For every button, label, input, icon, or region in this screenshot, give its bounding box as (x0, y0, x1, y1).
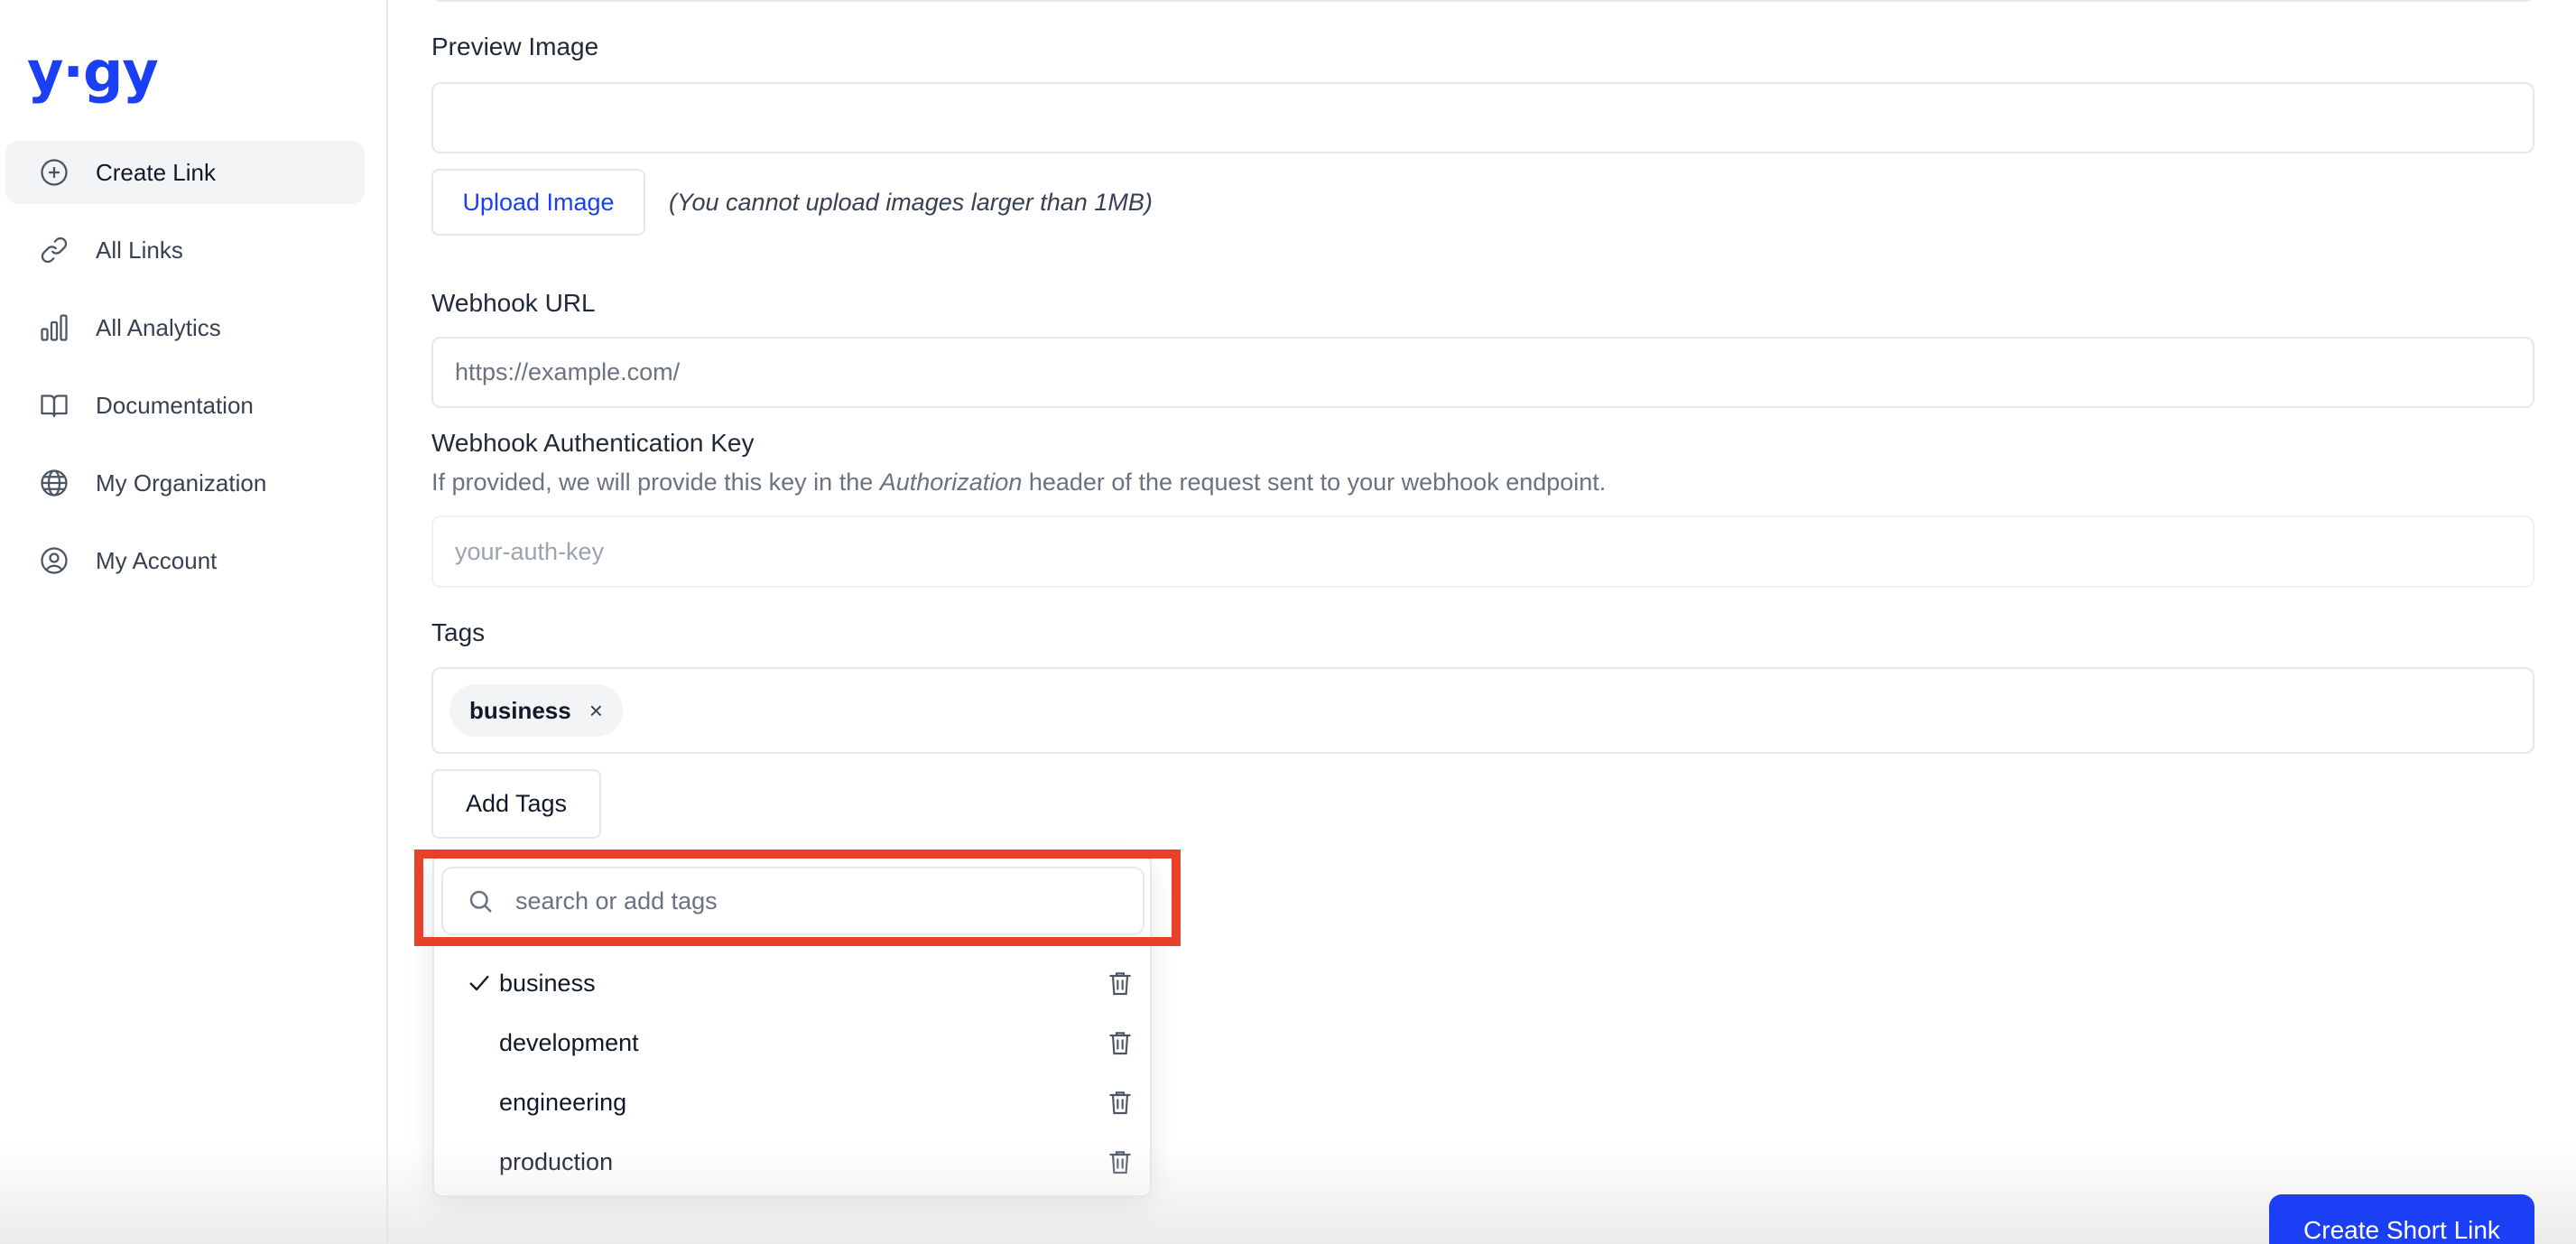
tag-search-field[interactable] (441, 867, 1144, 935)
sidebar-item-create-link[interactable]: Create Link (5, 141, 365, 204)
tag-option-label: business (499, 969, 596, 997)
bar-chart-icon (38, 311, 70, 344)
upload-size-hint: (You cannot upload images larger than 1M… (669, 189, 1153, 216)
webhook-url-input[interactable]: https://example.com/ (431, 337, 2534, 408)
tag-option-development[interactable]: development (434, 1016, 1152, 1070)
link-icon (38, 234, 70, 266)
check-icon (469, 975, 489, 991)
tag-option-production[interactable]: production (434, 1135, 1152, 1189)
user-circle-icon (38, 544, 70, 577)
globe-icon (38, 467, 70, 499)
previous-input-field[interactable] (431, 0, 2534, 2)
plus-circle-icon (38, 156, 70, 189)
help-text-part: If provided, we will provide this key in… (431, 469, 880, 496)
selected-tags-box[interactable]: business × (431, 667, 2534, 754)
preview-image-label: Preview Image (431, 32, 599, 60)
tag-option-engineering[interactable]: engineering (434, 1075, 1152, 1129)
sidebar-item-my-organization[interactable]: My Organization (5, 451, 365, 515)
sidebar-item-label: Documentation (96, 391, 254, 419)
sidebar-item-my-account[interactable]: My Account (5, 529, 365, 592)
sidebar-item-all-analytics[interactable]: All Analytics (5, 296, 365, 359)
sidebar-item-label: All Links (96, 236, 183, 264)
sidebar-item-documentation[interactable]: Documentation (5, 374, 365, 437)
webhook-auth-help: If provided, we will provide this key in… (431, 466, 1606, 498)
create-short-link-button[interactable]: Create Short Link (2269, 1194, 2534, 1244)
trash-icon[interactable] (1106, 1086, 1135, 1119)
sidebar-item-label: All Analytics (96, 313, 221, 341)
search-icon (469, 890, 492, 913)
tag-option-business[interactable]: business (434, 956, 1152, 1010)
sidebar-nav: Create Link All Links All Analytics Docu… (5, 141, 365, 607)
sidebar-item-all-links[interactable]: All Links (5, 218, 365, 282)
tag-option-label: production (499, 1147, 614, 1175)
webhook-url-value: https://example.com/ (455, 358, 681, 385)
webhook-auth-placeholder: your-auth-key (455, 537, 605, 565)
remove-tag-icon[interactable]: × (589, 697, 603, 725)
tag-chip: business × (449, 684, 623, 737)
webhook-auth-input[interactable]: your-auth-key (431, 515, 2534, 588)
tag-chip-label: business (469, 696, 571, 724)
tag-dropdown: business development engineering product… (432, 854, 1152, 1197)
help-text-part: header of the request sent to your webho… (1022, 469, 1607, 496)
sidebar: y·gy Create Link All Links All Analytics… (0, 0, 388, 1244)
preview-image-field[interactable] (431, 82, 2534, 153)
sidebar-item-label: My Organization (96, 469, 267, 497)
webhook-auth-label: Webhook Authentication Key (431, 429, 755, 457)
tag-search-input[interactable] (515, 887, 1129, 915)
upload-image-button[interactable]: Upload Image (431, 169, 645, 236)
trash-icon[interactable] (1106, 967, 1135, 999)
trash-icon[interactable] (1106, 1146, 1135, 1178)
logo[interactable]: y·gy (27, 36, 159, 108)
help-text-emphasis: Authorization (879, 469, 1023, 496)
tags-label: Tags (431, 618, 486, 646)
webhook-url-label: Webhook URL (431, 289, 596, 317)
add-tags-button[interactable]: Add Tags (431, 769, 601, 839)
tag-option-label: development (499, 1028, 639, 1056)
sidebar-item-label: Create Link (96, 158, 216, 186)
trash-icon[interactable] (1106, 1026, 1135, 1059)
sidebar-item-label: My Account (96, 546, 218, 574)
book-open-icon (38, 389, 70, 422)
tag-option-label: engineering (499, 1088, 627, 1116)
